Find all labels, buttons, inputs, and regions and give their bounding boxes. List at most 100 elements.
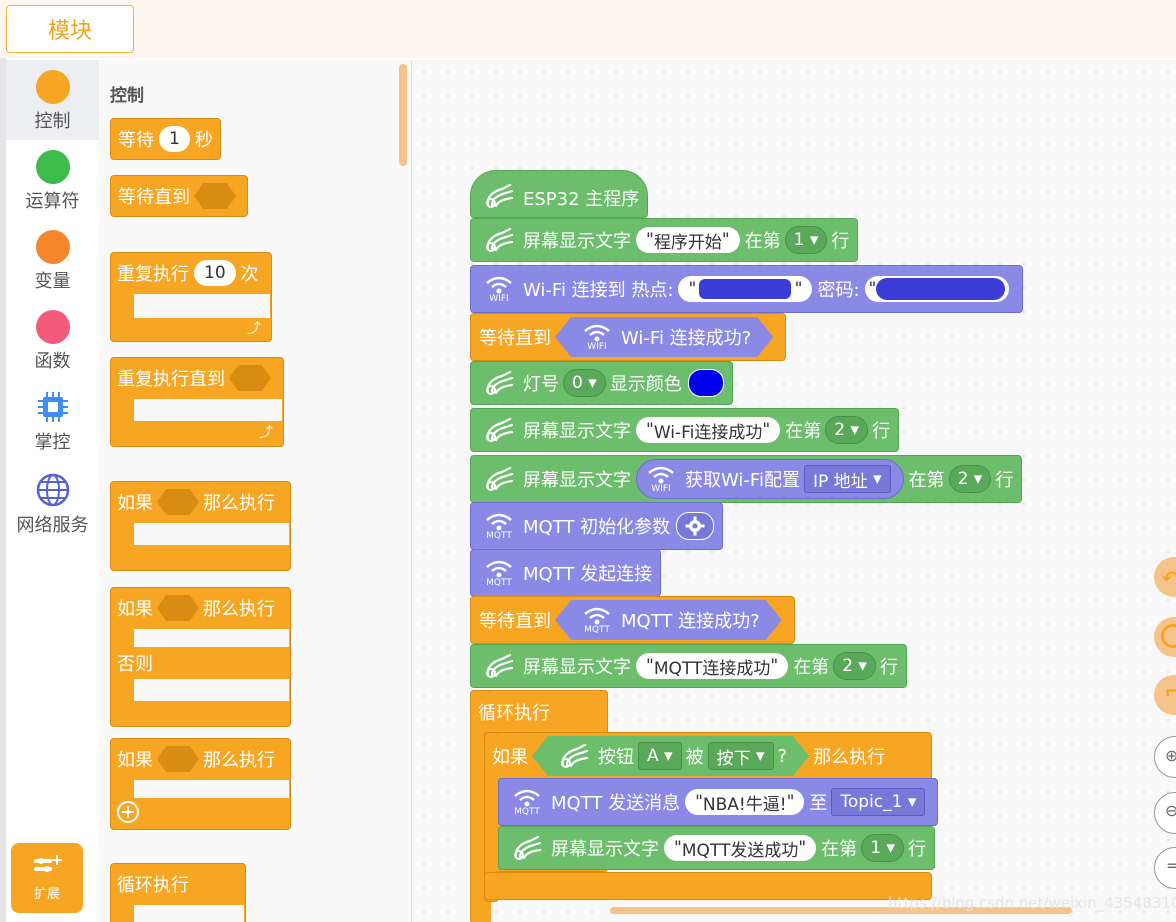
condition-slot[interactable] bbox=[157, 595, 199, 621]
block-led-color[interactable]: 灯号 0 ▾ 显示颜色 bbox=[470, 361, 733, 405]
get-wifi-config-reporter[interactable]: WIFI 获取Wi-Fi配置 IP 地址 ▾ bbox=[636, 459, 904, 499]
condition-text: Wi-Fi 连接成功? bbox=[621, 328, 752, 349]
condition-slot[interactable] bbox=[157, 746, 199, 772]
line-dropdown[interactable]: 2 ▾ bbox=[833, 652, 876, 680]
text-input[interactable]: " Wi-Fi连接成功 " bbox=[636, 417, 781, 443]
block-screen-show-1[interactable]: 屏幕显示文字 " 程序开始 " 在第 1 ▾ 行 bbox=[470, 218, 859, 262]
block-wait-wifi[interactable]: 等待直到 WIFI Wi-Fi 连接成功? bbox=[470, 313, 787, 361]
category-variables[interactable]: 变量 bbox=[6, 230, 99, 293]
mqtt-icon-label: MQTT bbox=[486, 530, 512, 541]
crop-icon: ⌐ bbox=[1164, 680, 1176, 705]
mqtt-icon-label: MQTT bbox=[514, 806, 540, 817]
condition-slot[interactable] bbox=[157, 489, 199, 515]
wait-seconds-input[interactable]: 1 bbox=[159, 126, 190, 152]
hand-icon bbox=[479, 415, 519, 445]
mqtt-icon: MQTT bbox=[507, 788, 547, 817]
block-text: 显示颜色 bbox=[609, 374, 682, 395]
text-input[interactable]: " MQTT连接成功 " bbox=[636, 653, 789, 679]
block-screen-show-4[interactable]: 屏幕显示文字 " MQTT发送成功 " 在第 1 ▾ 行 bbox=[498, 826, 935, 870]
block-text: 如果 bbox=[492, 747, 528, 768]
category-control[interactable]: 控制 bbox=[6, 60, 99, 140]
block-text: 那么执行 bbox=[203, 599, 275, 620]
block-text: MQTT 初始化参数 bbox=[523, 517, 671, 538]
block-text: 那么执行 bbox=[203, 493, 275, 514]
repeat-count-input[interactable]: 10 bbox=[194, 260, 236, 286]
block-mqtt-init[interactable]: MQTT MQTT 初始化参数 bbox=[470, 502, 724, 550]
block-screen-show-ip[interactable]: 屏幕显示文字 WIFI 获取Wi-Fi配置 IP 地址 ▾ 在第 2 ▾ 行 bbox=[470, 455, 1023, 503]
palette-block-wait[interactable]: 等待 1 秒 bbox=[110, 118, 221, 160]
pill-text: 程序开始 bbox=[653, 232, 722, 253]
condition-text: MQTT 连接成功? bbox=[621, 611, 760, 632]
palette-block-wait-until[interactable]: 等待直到 bbox=[110, 175, 248, 217]
if-slot bbox=[134, 523, 289, 545]
password-input[interactable]: " bbox=[864, 276, 1009, 302]
functions-color-dot bbox=[35, 310, 70, 344]
message-input[interactable]: " NBA!牛逼! " bbox=[685, 789, 805, 815]
block-screen-show-3[interactable]: 屏幕显示文字 " MQTT连接成功 " 在第 2 ▾ 行 bbox=[470, 644, 907, 688]
script-workspace[interactable]: ESP32 主程序 屏幕显示文字 " 程序开始 " 在第 1 ▾ 行 WIFI Wi… bbox=[412, 60, 1176, 922]
pill-text: NBA!牛逼! bbox=[702, 794, 787, 815]
line-dropdown[interactable]: 1 ▾ bbox=[784, 226, 828, 254]
block-text: 在第 bbox=[793, 657, 830, 678]
palette-block-if-plus[interactable]: 如果 那么执行 bbox=[110, 738, 282, 780]
block-text: 至 bbox=[809, 793, 828, 814]
config-dropdown[interactable]: IP 地址 ▾ bbox=[803, 465, 891, 493]
palette-scrollbar[interactable] bbox=[399, 64, 407, 166]
dropdown-value: A bbox=[647, 746, 659, 766]
if-slot bbox=[134, 780, 289, 798]
hand-icon bbox=[554, 741, 594, 771]
category-network[interactable]: 网络服务 bbox=[6, 473, 99, 537]
condition-slot[interactable] bbox=[194, 183, 236, 209]
mqtt-icon: MQTT bbox=[479, 559, 519, 588]
pill-text: Wi-Fi连接成功 bbox=[653, 422, 763, 443]
block-text: 秒 bbox=[194, 130, 213, 151]
extension-button[interactable]: 扩展 bbox=[11, 843, 83, 913]
loop-arrow-icon: ⤴ bbox=[259, 425, 273, 441]
button-dropdown[interactable]: A ▾ bbox=[638, 742, 682, 770]
operators-color-dot bbox=[35, 150, 70, 184]
block-text: 屏幕显示文字 bbox=[523, 470, 631, 491]
dropdown-value: 2 bbox=[957, 469, 969, 489]
mqtt-icon: MQTT bbox=[479, 512, 519, 541]
topic-dropdown[interactable]: Topic_1 ▾ bbox=[831, 788, 926, 816]
block-text: 等待直到 bbox=[479, 328, 551, 349]
palette-block-if-else[interactable]: 如果 那么执行 bbox=[110, 587, 282, 629]
block-mqtt-connect[interactable]: MQTT MQTT 发起连接 bbox=[470, 549, 662, 597]
block-text: 等待 bbox=[118, 130, 154, 151]
block-mqtt-send[interactable]: MQTT MQTT 发送消息 " NBA!牛逼! " 至 Topic_1 ▾ bbox=[498, 778, 939, 826]
palette-block-if[interactable]: 如果 那么执行 bbox=[110, 481, 282, 523]
line-dropdown[interactable]: 2 ▾ bbox=[948, 465, 992, 493]
line-dropdown[interactable]: 1 ▾ bbox=[861, 834, 904, 862]
category-functions[interactable]: 函数 bbox=[6, 310, 99, 373]
block-forever[interactable]: 循环执行 bbox=[470, 690, 558, 734]
palette-block-repeat[interactable]: 重复执行 10 次 bbox=[110, 252, 266, 294]
block-text: 在第 bbox=[744, 231, 781, 252]
led-dropdown[interactable]: 0 ▾ bbox=[563, 369, 606, 397]
button-pressed-condition[interactable]: 按钮 A ▾ 被 按下 ▾ ? bbox=[532, 736, 809, 776]
block-wait-mqtt[interactable]: 等待直到 MQTT MQTT 连接成功? bbox=[470, 596, 795, 644]
category-board[interactable]: 掌控 bbox=[6, 390, 99, 454]
control-color-dot bbox=[35, 70, 70, 104]
loop-arrow-icon: ⤴ bbox=[247, 321, 261, 337]
category-operators[interactable]: 运算符 bbox=[6, 150, 99, 213]
color-swatch[interactable] bbox=[687, 369, 724, 397]
press-dropdown[interactable]: 按下 ▾ bbox=[708, 742, 774, 770]
dropdown-value: Topic_1 bbox=[840, 792, 903, 812]
palette-block-forever[interactable]: 循环执行 bbox=[110, 863, 196, 905]
block-if-button[interactable]: 如果 按钮 A ▾ 被 按下 ▾ ? 那么执行 bbox=[484, 734, 893, 778]
palette-block-repeat-until[interactable]: 重复执行直到 bbox=[110, 357, 282, 399]
line-dropdown[interactable]: 2 ▾ bbox=[825, 416, 868, 444]
add-branch-icon[interactable] bbox=[116, 800, 140, 828]
block-screen-show-2[interactable]: 屏幕显示文字 " Wi-Fi连接成功 " 在第 2 ▾ 行 bbox=[470, 408, 899, 452]
text-input[interactable]: " 程序开始 " bbox=[636, 227, 740, 253]
hand-icon bbox=[479, 464, 519, 494]
block-wifi-connect[interactable]: WIFI Wi-Fi 连接到 热点: " " 密码: " bbox=[470, 265, 1023, 313]
text-input[interactable]: " MQTT发送成功 " bbox=[664, 835, 817, 861]
ssid-input[interactable]: " " bbox=[678, 276, 813, 302]
tab-modules[interactable]: 模块 bbox=[6, 5, 134, 53]
block-main-program[interactable]: ESP32 主程序 bbox=[470, 170, 649, 218]
wifi-connected-condition[interactable]: WIFI Wi-Fi 连接成功? bbox=[555, 317, 773, 357]
condition-slot[interactable] bbox=[229, 365, 271, 391]
gear-icon[interactable] bbox=[676, 512, 715, 540]
mqtt-connected-condition[interactable]: MQTT MQTT 连接成功? bbox=[555, 600, 782, 640]
